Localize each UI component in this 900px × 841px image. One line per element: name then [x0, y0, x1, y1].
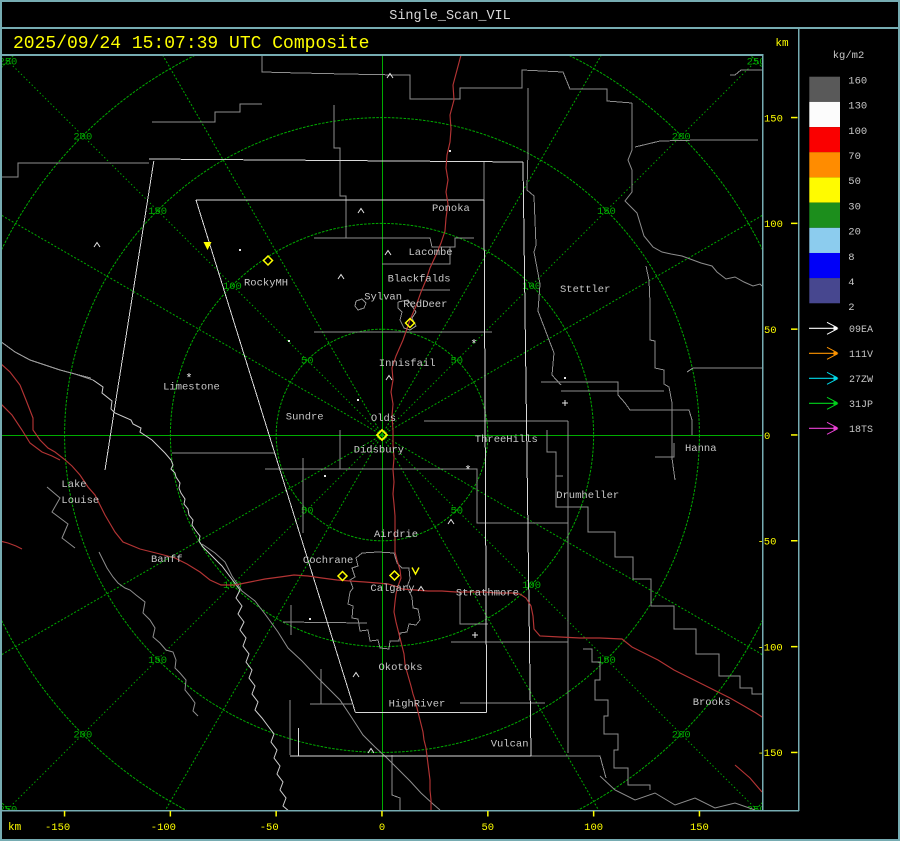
svg-text:*: *: [470, 338, 477, 352]
svg-text:Hanna: Hanna: [685, 443, 717, 455]
svg-text:-150: -150: [758, 748, 783, 760]
svg-text:Blackfalds: Blackfalds: [388, 274, 451, 286]
svg-text:Sundre: Sundre: [286, 411, 324, 423]
svg-text:-50: -50: [260, 822, 279, 834]
svg-text:20: 20: [848, 227, 861, 239]
svg-text:2: 2: [848, 302, 854, 314]
svg-text:100: 100: [223, 281, 242, 293]
svg-text:Drumheller: Drumheller: [556, 490, 619, 502]
svg-text:50: 50: [450, 356, 463, 368]
svg-text:-50: -50: [758, 537, 777, 549]
svg-text:Okotoks: Okotoks: [379, 662, 423, 674]
svg-text:18TS: 18TS: [849, 425, 873, 436]
svg-text:09EA: 09EA: [849, 325, 873, 336]
svg-text:50: 50: [450, 505, 463, 517]
svg-text:Banff: Banff: [151, 554, 183, 566]
svg-text:111V: 111V: [849, 350, 873, 361]
svg-text:150: 150: [148, 655, 167, 667]
svg-text:Calgary: Calgary: [370, 583, 414, 595]
svg-text:150: 150: [764, 113, 783, 125]
svg-text:150: 150: [148, 206, 167, 218]
svg-text:2025/09/24 15:07:39 UTC Compos: 2025/09/24 15:07:39 UTC Composite: [13, 34, 369, 54]
svg-text:Lacombe: Lacombe: [409, 247, 453, 259]
svg-text:130: 130: [848, 101, 867, 113]
svg-text:250: 250: [0, 56, 17, 68]
svg-text:70: 70: [848, 151, 861, 163]
svg-text:200: 200: [73, 131, 92, 143]
svg-text:8: 8: [848, 252, 854, 264]
svg-text:Louise: Louise: [61, 495, 99, 507]
svg-text:km: km: [8, 822, 22, 834]
svg-text:100: 100: [584, 822, 603, 834]
svg-text:Vulcan: Vulcan: [491, 739, 529, 751]
svg-text:Stettler: Stettler: [560, 284, 610, 296]
svg-text:100: 100: [848, 126, 867, 138]
svg-text:50: 50: [848, 176, 861, 188]
svg-text:4: 4: [848, 277, 854, 289]
svg-text:150: 150: [597, 206, 616, 218]
svg-text:100: 100: [522, 580, 541, 592]
svg-text:27ZW: 27ZW: [849, 375, 873, 386]
svg-text:-100: -100: [151, 822, 176, 834]
svg-text:100: 100: [764, 219, 783, 231]
svg-text:50: 50: [764, 325, 777, 337]
svg-text:Single_Scan_VIL: Single_Scan_VIL: [389, 9, 511, 24]
svg-text:kg/m2: kg/m2: [833, 50, 865, 62]
svg-text:0: 0: [379, 822, 385, 834]
svg-text:*: *: [464, 464, 471, 478]
svg-text:150: 150: [690, 822, 709, 834]
svg-text:Strathmore: Strathmore: [456, 588, 519, 600]
svg-text:Olds: Olds: [371, 413, 396, 425]
svg-text:200: 200: [73, 730, 92, 742]
svg-text:160: 160: [848, 76, 867, 88]
svg-text:ThreeHills: ThreeHills: [475, 434, 538, 446]
svg-text:200: 200: [672, 730, 691, 742]
svg-text:Didsbury: Didsbury: [354, 444, 404, 456]
svg-text:*: *: [185, 372, 192, 386]
svg-text:Innisfail: Innisfail: [379, 358, 436, 370]
svg-text:Cochrane: Cochrane: [303, 555, 353, 567]
svg-text:HighRiver: HighRiver: [389, 698, 446, 710]
svg-text:Ponoka: Ponoka: [432, 203, 470, 215]
svg-text:31JP: 31JP: [849, 400, 873, 411]
svg-text:30: 30: [848, 201, 861, 213]
svg-text:0: 0: [764, 431, 770, 443]
svg-text:-100: -100: [758, 642, 783, 654]
svg-text:RockyMH: RockyMH: [244, 277, 288, 289]
svg-text:Brooks: Brooks: [693, 697, 731, 709]
svg-text:-150: -150: [45, 822, 70, 834]
svg-text:Lake: Lake: [61, 479, 86, 491]
svg-text:50: 50: [301, 356, 314, 368]
svg-text:50: 50: [481, 822, 494, 834]
svg-text:RedDeer: RedDeer: [403, 299, 447, 311]
svg-text:km: km: [775, 38, 789, 50]
svg-text:Airdrie: Airdrie: [374, 529, 418, 541]
svg-text:200: 200: [672, 131, 691, 143]
svg-text:Sylvan: Sylvan: [364, 291, 402, 303]
